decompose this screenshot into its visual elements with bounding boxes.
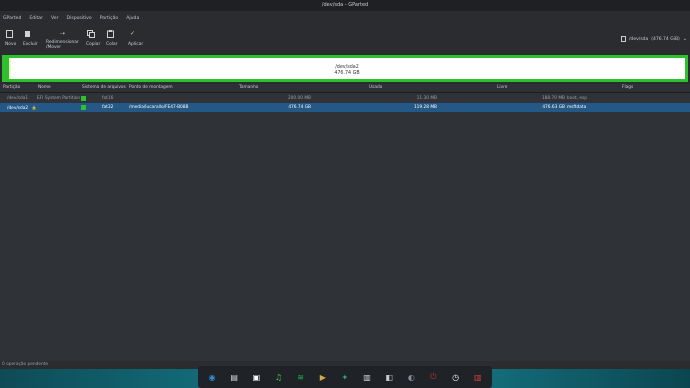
disk-map: /dev/sda2 476.74 GB: [0, 54, 690, 84]
disk-map-bar: /dev/sda2 476.74 GB: [2, 55, 688, 82]
dock: ◉ ▤ ▣ ♫ ≋ ▶ ✦ ▥ ◧ ◐ ⏻ ◷ ▥: [198, 366, 492, 388]
col-free[interactable]: Livre: [497, 84, 507, 92]
delete-icon: [23, 29, 32, 38]
row-used: 11.30 MB: [416, 96, 437, 101]
row-flags: boot, esp: [567, 96, 588, 101]
row-filesystem: fat32: [102, 105, 114, 110]
chevron-down-icon: ⌄: [682, 36, 687, 42]
spotify-icon[interactable]: ≋: [294, 370, 308, 384]
new-partition-icon: [5, 29, 14, 38]
row-partition-text: /dev/sda2: [7, 106, 29, 111]
checkmark-icon: ✓: [129, 30, 136, 37]
files-icon[interactable]: ▤: [227, 370, 241, 384]
power-icon[interactable]: ⏻: [426, 370, 440, 384]
table-header: Partição Nome Sistema de arquivos Ponto …: [0, 84, 690, 93]
music-icon[interactable]: ♫: [271, 370, 285, 384]
apply-button[interactable]: ✓ Aplicar: [128, 29, 143, 47]
device-size: (476.74 GiB): [651, 36, 680, 42]
disk-map-partition-sda2[interactable]: /dev/sda2 476.74 GB: [6, 55, 688, 82]
disk-icon: [621, 36, 626, 42]
apply-label: Aplicar: [128, 42, 144, 47]
row-used: 119.28 MB: [413, 105, 437, 110]
delete-label: Excluir: [23, 42, 38, 47]
partition-table: Partição Nome Sistema de arquivos Ponto …: [0, 84, 690, 112]
row-size: 200.00 MB: [287, 96, 311, 101]
filesystem-color-swatch: [81, 105, 86, 110]
pending-operations-text: 0 operação pendente: [2, 362, 49, 367]
window-titlebar: /dev/sda - GParted: [0, 0, 690, 11]
col-name[interactable]: Nome: [38, 84, 51, 92]
launcher-icon[interactable]: ◉: [205, 370, 219, 384]
row-partition: /dev/sda1: [7, 96, 29, 101]
menu-device[interactable]: Dispositivo: [63, 16, 96, 21]
table-row[interactable]: /dev/sda1 EFI System Partition fat16 200…: [0, 94, 690, 103]
filesystem-color-swatch: [81, 96, 86, 101]
menu-partition[interactable]: Partição: [96, 16, 123, 21]
toolbar: Novo Excluir ⇢ Redimensionar /Mover Copi…: [0, 26, 690, 55]
paste-icon: [106, 29, 115, 38]
table-row-selected[interactable]: /dev/sda2 🔒 fat32 /media/lucarallo/FE47-…: [0, 103, 690, 112]
disk-utility-icon[interactable]: ◧: [382, 370, 396, 384]
row-partition: /dev/sda2 🔒: [7, 103, 37, 113]
new-label: Novo: [5, 42, 17, 47]
device-selector[interactable]: /dev/sda (476.74 GiB) ⌄: [621, 34, 687, 44]
col-used[interactable]: Usado: [369, 84, 382, 92]
menu-help[interactable]: Ajuda: [122, 16, 143, 21]
paste-button[interactable]: Colar: [106, 29, 117, 47]
resize-label-2: /Mover: [46, 45, 62, 50]
store-icon[interactable]: ▣: [249, 370, 263, 384]
disk-map-label: /dev/sda2 476.74 GB: [8, 65, 686, 77]
gamepad-icon[interactable]: ✦: [338, 370, 352, 384]
row-filesystem: fat16: [102, 96, 114, 101]
resize-move-button[interactable]: ⇢ Redimensionar /Mover: [46, 29, 79, 50]
row-flags: msftdata: [567, 105, 587, 110]
menu-edit[interactable]: Editar: [25, 16, 47, 21]
col-partition[interactable]: Partição: [3, 84, 20, 92]
settings-icon[interactable]: ◐: [404, 370, 418, 384]
delete-button[interactable]: Excluir: [23, 29, 38, 47]
menu-bar: GParted Editar Ver Dispositivo Partição …: [0, 11, 690, 26]
copy-label: Copiar: [86, 42, 101, 47]
row-mountpoint: /media/lucarallo/FE47-B08B: [129, 105, 189, 110]
row-free: 476.63 GB: [542, 105, 565, 110]
monitor-icon[interactable]: ▥: [360, 370, 374, 384]
clock-icon[interactable]: ◷: [449, 370, 463, 384]
disk-map-partition-size: 476.74 GB: [334, 71, 360, 76]
resize-icon: ⇢: [59, 30, 66, 37]
copy-button[interactable]: Copiar: [86, 29, 100, 47]
copy-icon: [86, 29, 95, 38]
row-size: 476.74 GB: [288, 105, 311, 110]
new-button[interactable]: Novo: [5, 29, 16, 47]
col-flags[interactable]: Flags: [622, 84, 633, 92]
trash-icon[interactable]: ▥: [471, 370, 485, 384]
col-mountpoint[interactable]: Ponto de montagem: [129, 84, 173, 92]
menu-view[interactable]: Ver: [47, 16, 63, 21]
row-name: EFI System Partition: [37, 96, 81, 101]
video-icon[interactable]: ▶: [316, 370, 330, 384]
window-title: /dev/sda - GParted: [321, 2, 369, 8]
paste-label: Colar: [106, 42, 118, 47]
row-free: 188.70 MB: [541, 96, 565, 101]
col-size[interactable]: Tamanho: [239, 84, 258, 92]
col-filesystem[interactable]: Sistema de arquivos: [82, 84, 126, 92]
menu-gparted[interactable]: GParted: [0, 16, 25, 21]
device-name: /dev/sda: [629, 36, 649, 42]
lock-icon: 🔒: [31, 105, 37, 110]
